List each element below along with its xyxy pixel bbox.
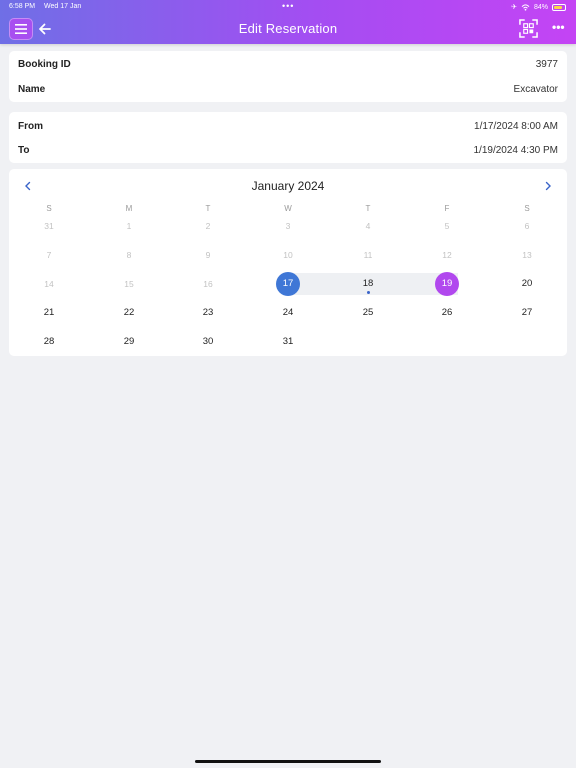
calendar-day[interactable]: 28 — [37, 330, 61, 354]
calendar-day[interactable]: 20 — [515, 272, 539, 296]
calendar-day: 7 — [46, 250, 52, 260]
calendar-day[interactable]: 30 — [196, 330, 220, 354]
calendar-day[interactable]: 17 — [276, 272, 300, 296]
weekday-label: T — [365, 204, 371, 213]
calendar-day: 3 — [285, 221, 291, 231]
calendar-day: 11 — [363, 250, 373, 260]
calendar-day: 12 — [442, 250, 452, 260]
weekday-label: M — [125, 204, 133, 213]
calendar-day: 5 — [444, 221, 450, 231]
from-value[interactable]: 1/17/2024 8:00 AM — [474, 121, 558, 132]
airplane-icon: ✈ — [511, 4, 517, 11]
to-value[interactable]: 1/19/2024 4:30 PM — [473, 145, 558, 156]
weekday-label: W — [284, 204, 292, 213]
calendar-day: 16 — [203, 279, 213, 289]
calendar-day[interactable]: 19 — [435, 272, 459, 296]
calendar-day[interactable]: 25 — [356, 301, 380, 325]
weekday-label: F — [444, 204, 450, 213]
status-date: Wed 17 Jan — [44, 3, 82, 10]
weekday-label: S — [46, 204, 52, 213]
home-indicator[interactable] — [195, 760, 381, 763]
multitasking-dots-icon[interactable]: ••• — [282, 1, 294, 11]
status-bar: 6:58 PM Wed 17 Jan ••• ✈ 84% — [0, 0, 576, 14]
calendar-day: 8 — [126, 250, 132, 260]
app-header: 6:58 PM Wed 17 Jan ••• ✈ 84% Edit Reserv… — [0, 0, 576, 44]
calendar-day[interactable]: 24 — [276, 301, 300, 325]
calendar-day[interactable]: 22 — [117, 301, 141, 325]
booking-info-card: Booking ID 3977 Name Excavator — [9, 51, 567, 102]
calendar-month-title: January 2024 — [251, 179, 325, 193]
name-value[interactable]: Excavator — [514, 84, 558, 95]
chevron-right-icon[interactable] — [541, 179, 555, 193]
calendar-day[interactable]: 31 — [276, 330, 300, 354]
status-time: 6:58 PM — [9, 3, 36, 10]
to-row[interactable]: To 1/19/2024 4:30 PM — [18, 142, 558, 158]
calendar-day[interactable]: 21 — [37, 301, 61, 325]
calendar-day: 2 — [205, 221, 211, 231]
name-label: Name — [18, 83, 46, 95]
battery-icon — [552, 3, 566, 11]
from-row[interactable]: From 1/17/2024 8:00 AM — [18, 118, 558, 134]
weekday-label: S — [524, 204, 530, 213]
calendar-day: 31 — [44, 221, 54, 231]
battery-percent: 84% — [533, 3, 548, 11]
calendar-card: January 2024 S M T W T F S 31 1 2 3 4 5 6 7 8 9 10 11 12 13 1… — [9, 169, 567, 356]
status-indicators: ✈ 84% — [511, 3, 566, 11]
booking-id-row: Booking ID 3977 — [18, 56, 558, 72]
calendar-day: 4 — [365, 221, 371, 231]
date-range-card: From 1/17/2024 8:00 AM To 1/19/2024 4:30… — [9, 112, 567, 163]
booking-id-label: Booking ID — [18, 58, 71, 70]
calendar-day[interactable]: 23 — [196, 301, 220, 325]
scan-icon[interactable] — [519, 19, 538, 38]
to-label: To — [18, 144, 30, 156]
calendar-day: 6 — [524, 221, 530, 231]
calendar-day: 14 — [44, 279, 54, 289]
calendar-day: 1 — [126, 221, 132, 231]
calendar-day: 10 — [283, 250, 293, 260]
page-title: Edit Reservation — [238, 21, 338, 36]
booking-id-value: 3977 — [535, 58, 558, 70]
today-indicator-dot — [366, 291, 370, 294]
calendar-day[interactable]: 26 — [435, 301, 459, 325]
calendar-day: 13 — [522, 250, 532, 260]
wifi-icon — [521, 3, 530, 11]
name-row[interactable]: Name Excavator — [18, 81, 558, 97]
weekday-label: T — [205, 204, 211, 213]
calendar-day: 15 — [124, 279, 134, 289]
more-options-icon[interactable]: ••• — [552, 20, 565, 34]
calendar-day: 9 — [205, 250, 211, 260]
calendar-day[interactable]: 27 — [515, 301, 539, 325]
calendar-day[interactable]: 29 — [117, 330, 141, 354]
from-label: From — [18, 120, 43, 132]
